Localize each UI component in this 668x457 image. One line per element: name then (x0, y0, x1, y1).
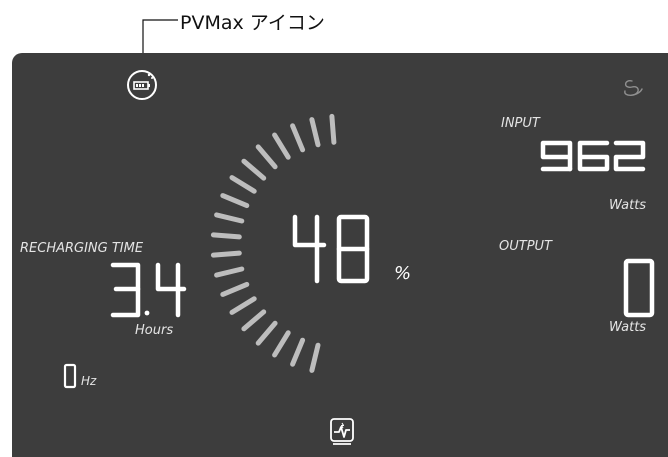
input-watts-digits (540, 140, 646, 172)
ring-segment (255, 144, 278, 170)
input-unit: Watts (609, 198, 647, 213)
recharging-time-label: RECHARGING TIME (20, 241, 144, 256)
battery-percent-unit: % (394, 263, 411, 284)
ring-segment (241, 158, 267, 181)
ring-segment (290, 123, 306, 153)
ring-segment (220, 281, 250, 297)
ring-segment (329, 113, 337, 145)
ring-segment (210, 250, 242, 258)
ring-segment (309, 342, 321, 373)
pvmax-battery-icon[interactable] (127, 70, 157, 100)
ring-segment (309, 117, 321, 148)
ring-segment (214, 212, 245, 224)
ring-segment (241, 309, 267, 332)
ring-segment (272, 132, 291, 160)
frequency-digit (63, 363, 77, 389)
ring-segment (214, 266, 245, 278)
callout-leader (142, 19, 178, 60)
output-unit: Watts (609, 320, 647, 335)
ac-output-icon[interactable] (330, 418, 354, 445)
battery-percent-digits (292, 214, 370, 284)
ring-segment (229, 175, 257, 194)
frequency-unit: Hz (81, 374, 97, 388)
ring-segment (272, 330, 291, 358)
ring-segment (290, 337, 306, 367)
ring-segment (210, 232, 242, 240)
ring-segment (255, 320, 278, 346)
fan-icon (624, 80, 643, 96)
pvmax-icon-callout-label: PVMax アイコン (180, 12, 325, 34)
input-label: INPUT (501, 116, 540, 131)
ring-segment (229, 296, 257, 315)
recharging-time-unit: Hours (135, 323, 174, 338)
recharging-time-digits (110, 262, 187, 318)
output-watts-digits (623, 258, 655, 318)
output-label: OUTPUT (499, 239, 552, 254)
control-panel-display: % INPUT Watts OUTPUT Watts RECHARGING TI… (12, 53, 668, 457)
ring-segment (220, 193, 250, 209)
